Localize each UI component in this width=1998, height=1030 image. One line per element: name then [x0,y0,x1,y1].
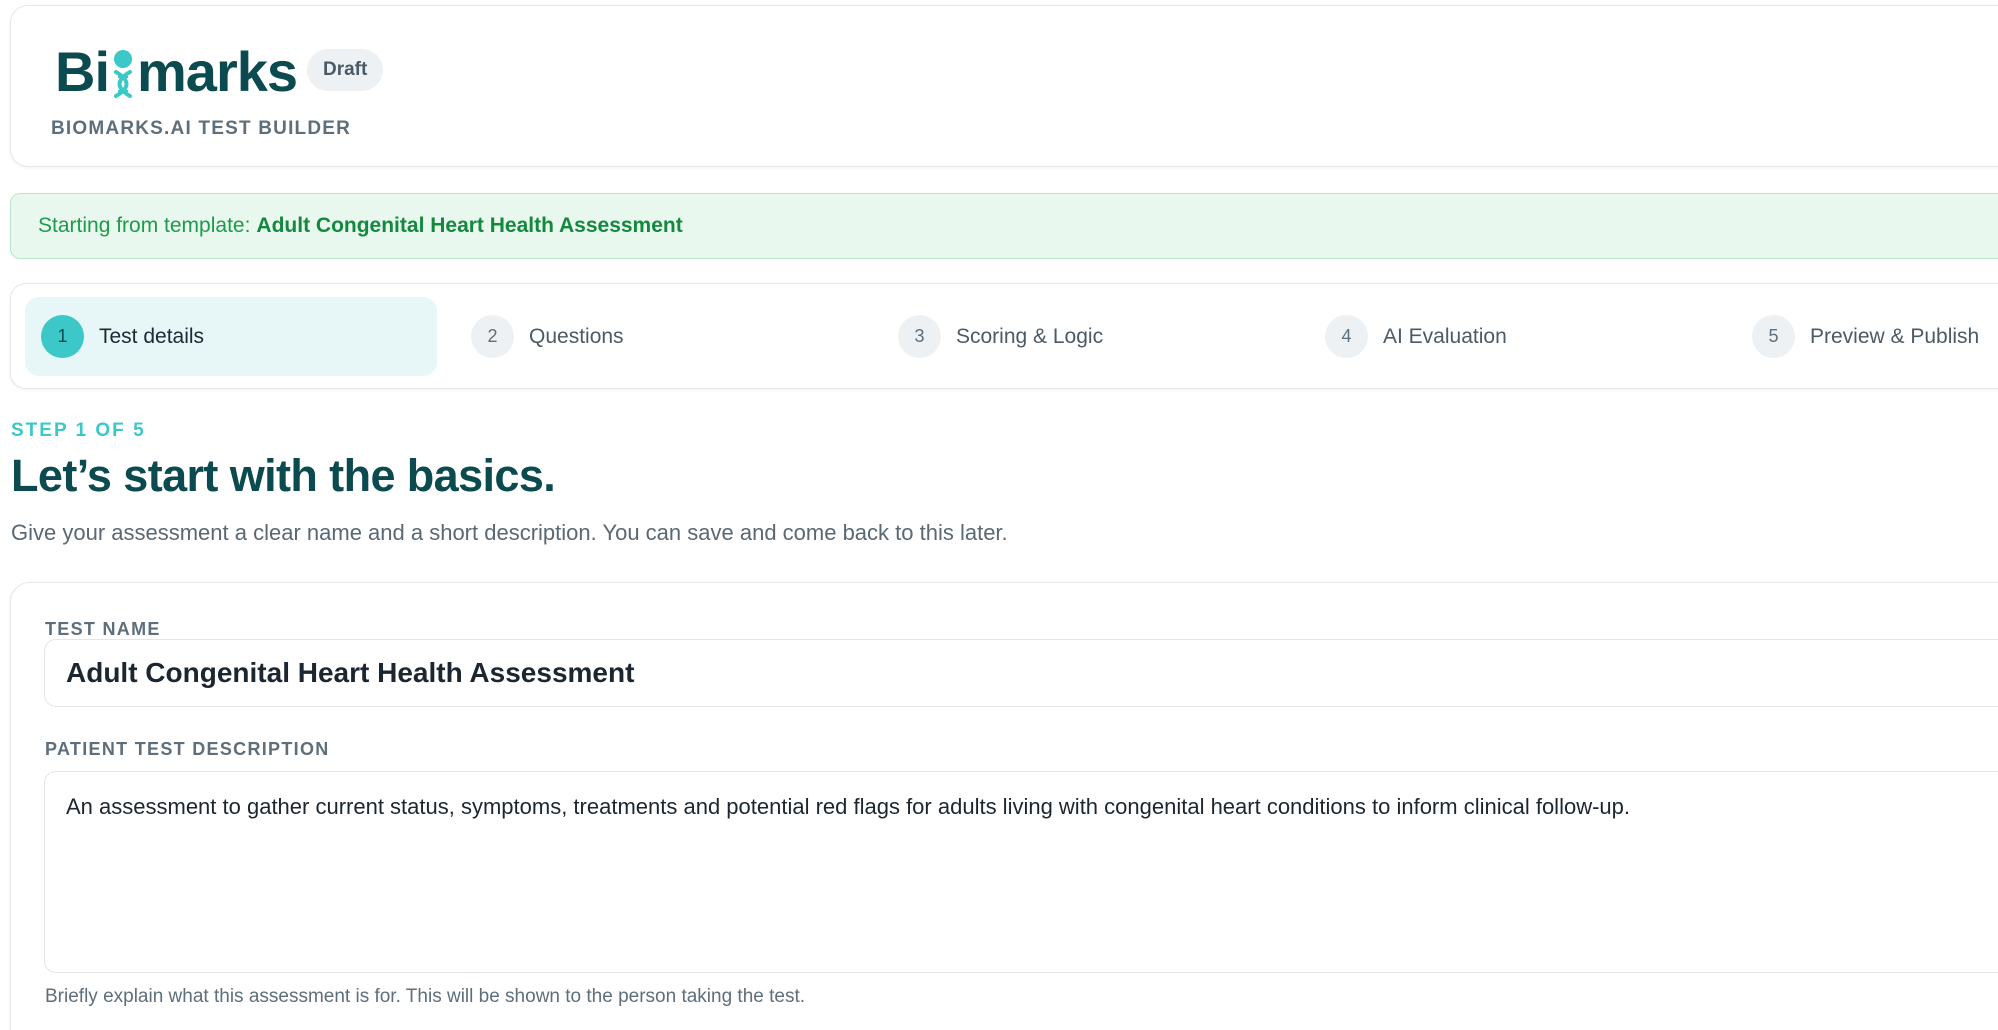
description-label: PATIENT TEST DESCRIPTION [45,739,330,759]
template-banner: Starting from template: Adult Congenital… [10,193,1998,259]
step-test-details[interactable]: 1 Test details [25,297,437,376]
step-ai-evaluation[interactable]: 4 AI Evaluation [1309,297,1689,376]
step-number: 2 [471,315,514,358]
step-counter: STEP 1 OF 5 [11,420,146,441]
step-label: Test details [99,324,205,348]
step-label: AI Evaluation [1383,324,1507,348]
step-number: 4 [1325,315,1368,358]
step-preview-publish[interactable]: 5 Preview & Publish [1736,297,1998,376]
logo-text-start: Bi [55,40,110,103]
step-scoring-logic[interactable]: 3 Scoring & Logic [882,297,1262,376]
test-name-label: TEST NAME [45,619,161,639]
page-title: Let’s start with the basics. [11,450,556,501]
template-banner-prefix: Starting from template: [38,214,251,237]
logo-text-end: marks [137,40,298,103]
status-badge: Draft [307,49,384,91]
test-details-form: TEST NAME PATIENT TEST DESCRIPTION An as… [10,582,1998,1030]
step-navigation: 1 Test details 2 Questions 3 Scoring & L… [10,283,1998,389]
description-textarea[interactable]: An assessment to gather current status, … [44,771,1998,973]
dna-icon [114,50,132,98]
step-number: 1 [41,315,84,358]
step-label: Scoring & Logic [956,324,1104,348]
template-name: Adult Congenital Heart Health Assessment [256,214,683,237]
header-card: Bi marks Draft BIOMARKS.AI TEST BUILDER [10,5,1998,167]
page-intro: Give your assessment a clear name and a … [11,520,1008,545]
step-questions[interactable]: 2 Questions [455,297,835,376]
step-number: 3 [898,315,941,358]
biomarks-logo[interactable]: Bi marks [55,34,298,103]
description-help-text: Briefly explain what this assessment is … [45,986,806,1007]
step-label: Questions [529,324,624,348]
step-label: Preview & Publish [1810,324,1980,348]
app-subtitle: BIOMARKS.AI TEST BUILDER [51,118,352,139]
step-number: 5 [1752,315,1795,358]
test-name-input[interactable] [44,639,1998,707]
